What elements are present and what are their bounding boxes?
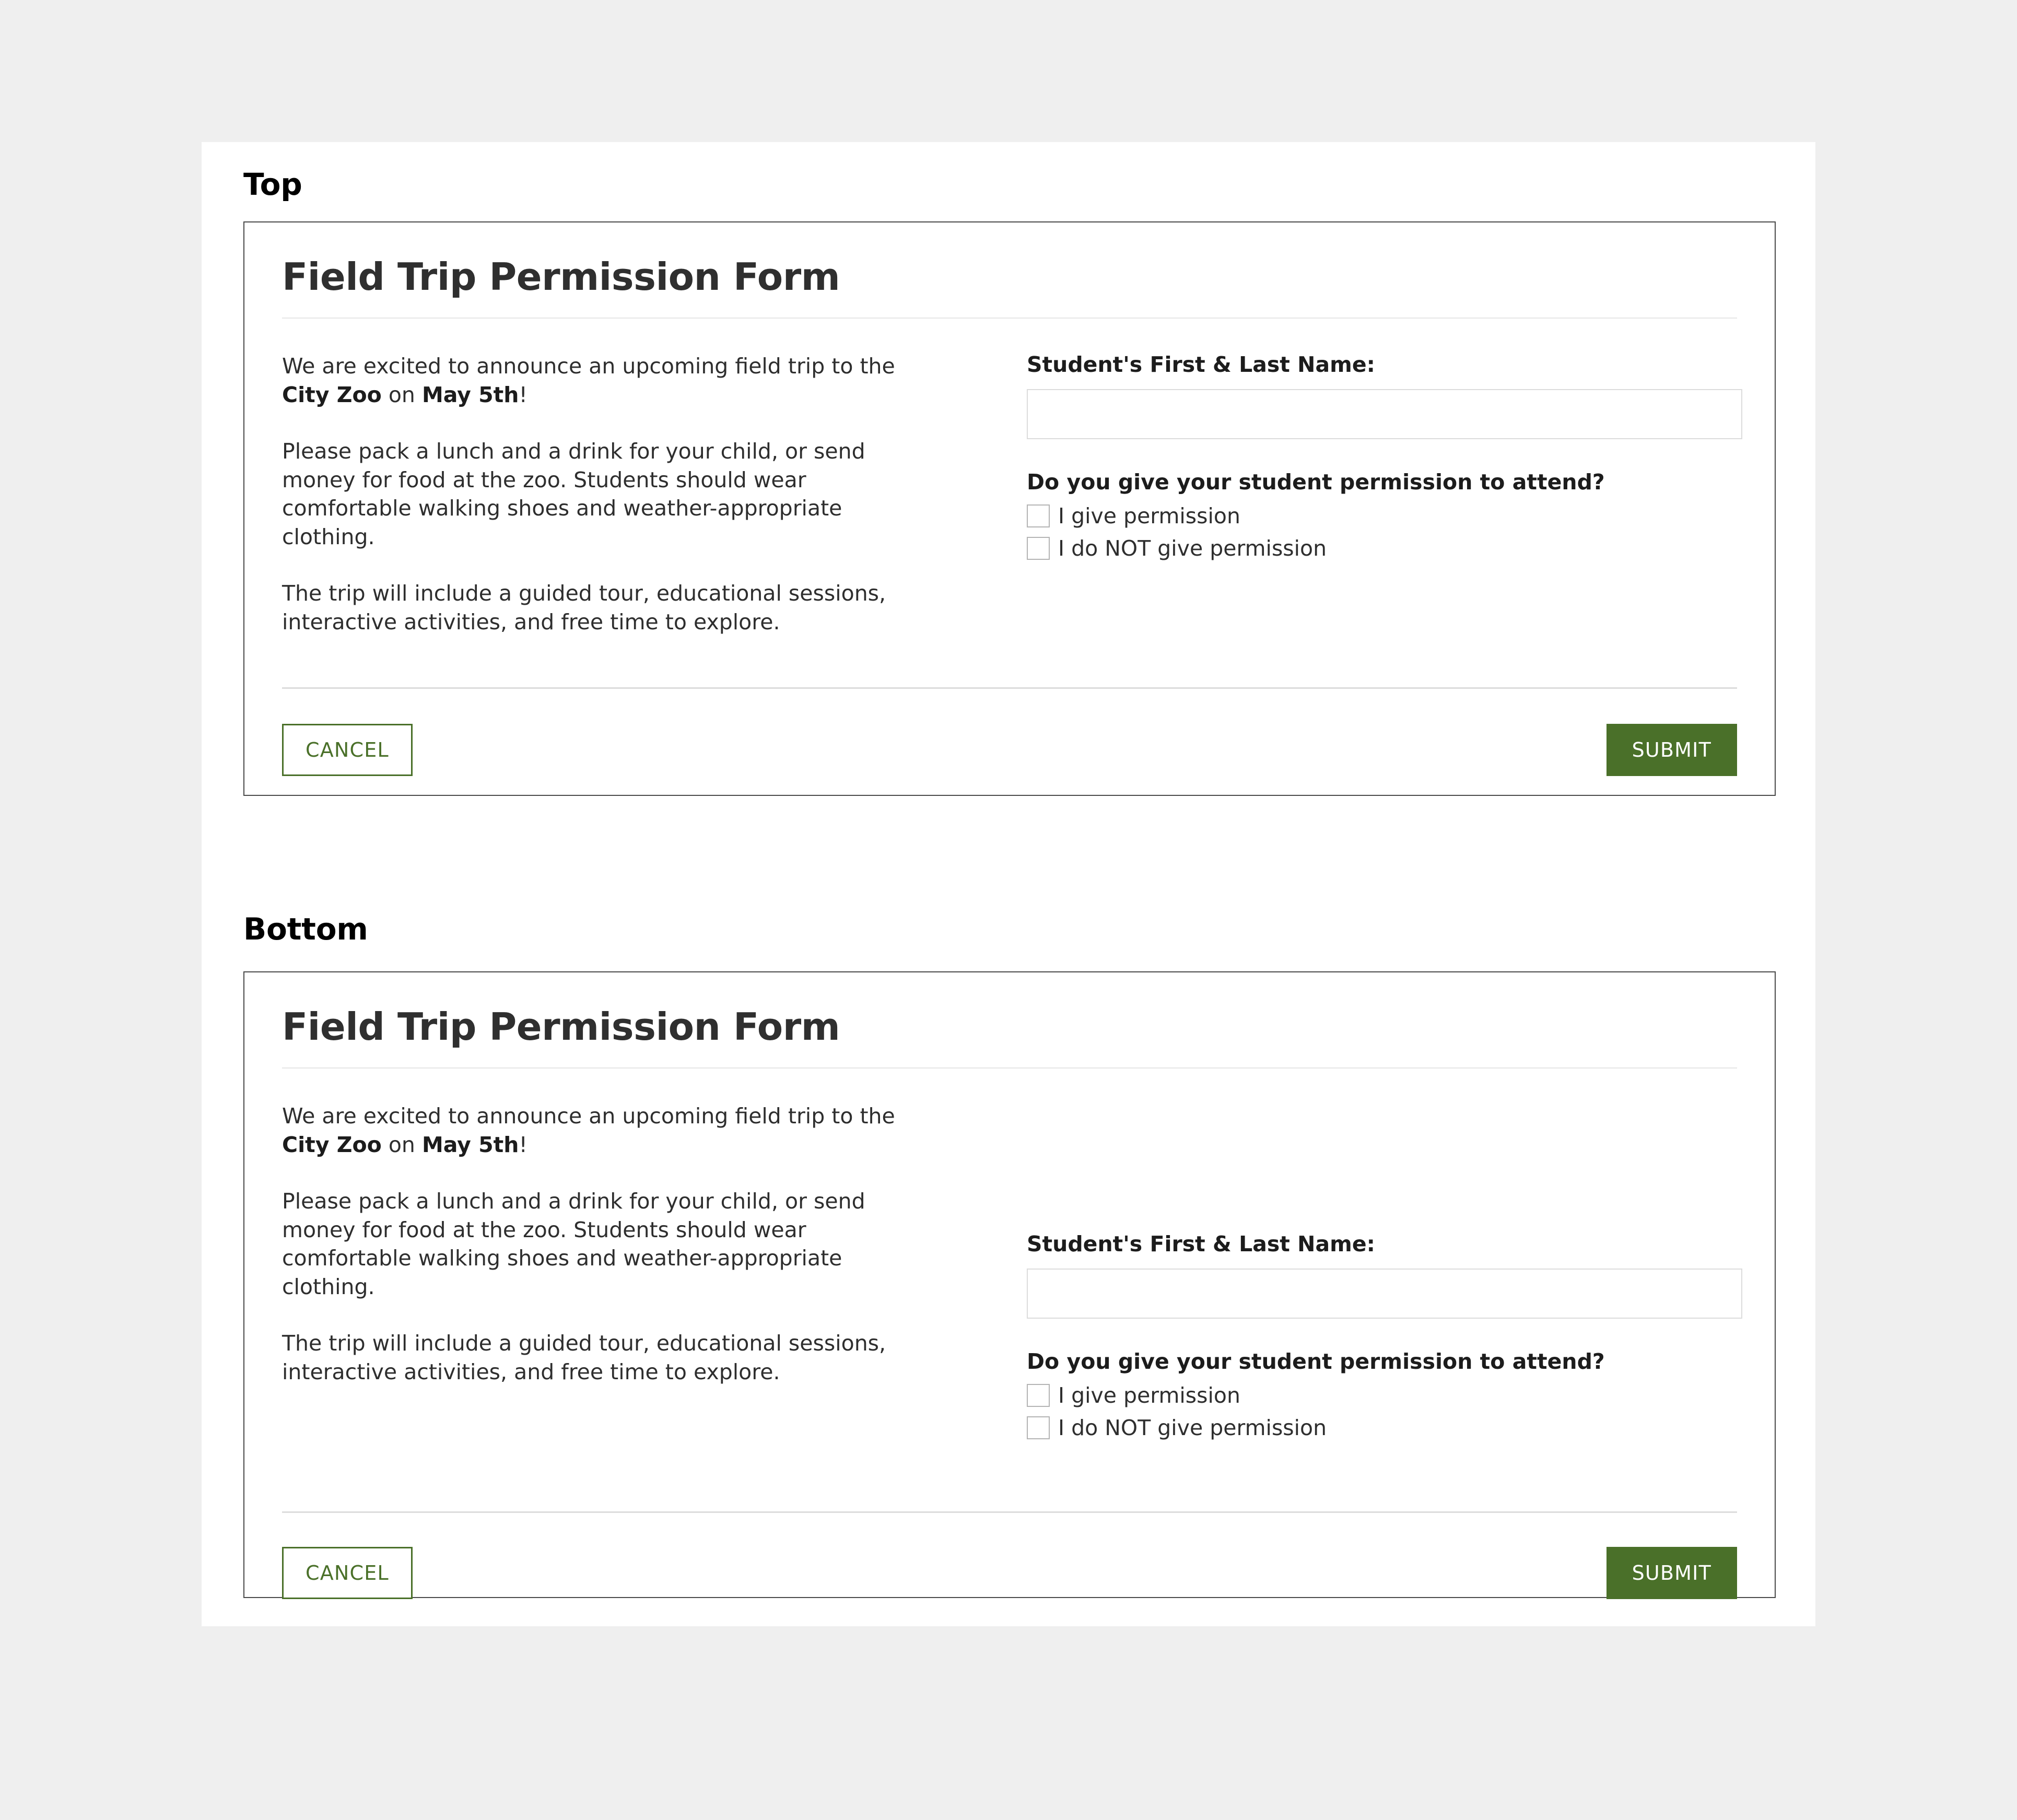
cancel-button[interactable]: CANCEL [282, 724, 413, 776]
title-divider [282, 1067, 1737, 1068]
checkbox-give-permission[interactable] [1027, 1384, 1050, 1407]
section-label-bottom: Bottom [243, 911, 368, 947]
student-name-label: Student's First & Last Name: [1027, 1231, 1376, 1257]
submit-button[interactable]: SUBMIT [1606, 1547, 1737, 1599]
permission-option-deny[interactable]: I do NOT give permission [1027, 1415, 1742, 1440]
form-inputs-column: Student's First & Last Name: Do you give… [1027, 1231, 1742, 1440]
permission-option-give-label: I give permission [1058, 503, 1240, 529]
form-actions: CANCEL SUBMIT [282, 1547, 1737, 1599]
footer-divider [282, 1511, 1737, 1513]
student-name-label: Student's First & Last Name: [1027, 352, 1376, 377]
packing-paragraph: Please pack a lunch and a drink for your… [282, 439, 865, 549]
section-label-top: Top [243, 167, 302, 202]
intro-place: City Zoo [282, 382, 382, 407]
permission-option-give[interactable]: I give permission [1027, 1384, 1742, 1407]
permission-form-card-bottom: Field Trip Permission Form We are excite… [243, 971, 1776, 1599]
permission-option-deny[interactable]: I do NOT give permission [1027, 537, 1742, 560]
content-panel: Top Field Trip Permission Form We are ex… [202, 142, 1815, 1626]
form-inputs-column: Student's First & Last Name: Do you give… [1027, 352, 1742, 560]
itinerary-paragraph: The trip will include a guided tour, edu… [282, 581, 886, 635]
form-description-column: We are excited to announce an upcoming f… [282, 1102, 917, 1386]
permission-form-card-top: Field Trip Permission Form We are excite… [243, 221, 1776, 796]
form-description-column: We are excited to announce an upcoming f… [282, 352, 909, 636]
permission-question-label: Do you give your student permission to a… [1027, 1349, 1605, 1375]
intro-middle: on [381, 1132, 422, 1157]
intro-date: May 5th [421, 1132, 519, 1157]
title-divider [282, 318, 1737, 319]
intro-middle: on [381, 382, 422, 407]
permission-option-deny-label: I do NOT give permission [1058, 535, 1327, 561]
itinerary-paragraph: The trip will include a guided tour, edu… [282, 1331, 886, 1384]
student-name-input[interactable] [1027, 1269, 1742, 1319]
intro-prefix: We are excited to announce an upcoming f… [282, 1103, 895, 1129]
packing-paragraph: Please pack a lunch and a drink for your… [282, 1189, 865, 1299]
checkbox-give-permission[interactable] [1027, 504, 1050, 528]
permission-option-deny-label: I do NOT give permission [1058, 1415, 1327, 1440]
footer-divider [282, 687, 1737, 689]
submit-button[interactable]: SUBMIT [1606, 724, 1737, 776]
intro-place: City Zoo [282, 1132, 382, 1157]
page-title: Field Trip Permission Form [282, 255, 840, 299]
checkbox-deny-permission[interactable] [1027, 537, 1050, 560]
checkbox-deny-permission[interactable] [1027, 1416, 1050, 1440]
student-name-input[interactable] [1027, 389, 1742, 440]
permission-option-give-label: I give permission [1058, 1382, 1240, 1408]
intro-paragraph: We are excited to announce an upcoming f… [282, 1102, 917, 1159]
page-title: Field Trip Permission Form [282, 1005, 840, 1049]
intro-prefix: We are excited to announce an upcoming f… [282, 354, 895, 379]
intro-suffix: ! [519, 382, 527, 407]
permission-question-label: Do you give your student permission to a… [1027, 469, 1605, 495]
permission-option-give[interactable]: I give permission [1027, 503, 1742, 529]
intro-paragraph: We are excited to announce an upcoming f… [282, 352, 909, 409]
form-actions: CANCEL SUBMIT [282, 724, 1737, 776]
intro-suffix: ! [519, 1132, 527, 1157]
intro-date: May 5th [421, 382, 519, 407]
cancel-button[interactable]: CANCEL [282, 1547, 413, 1599]
